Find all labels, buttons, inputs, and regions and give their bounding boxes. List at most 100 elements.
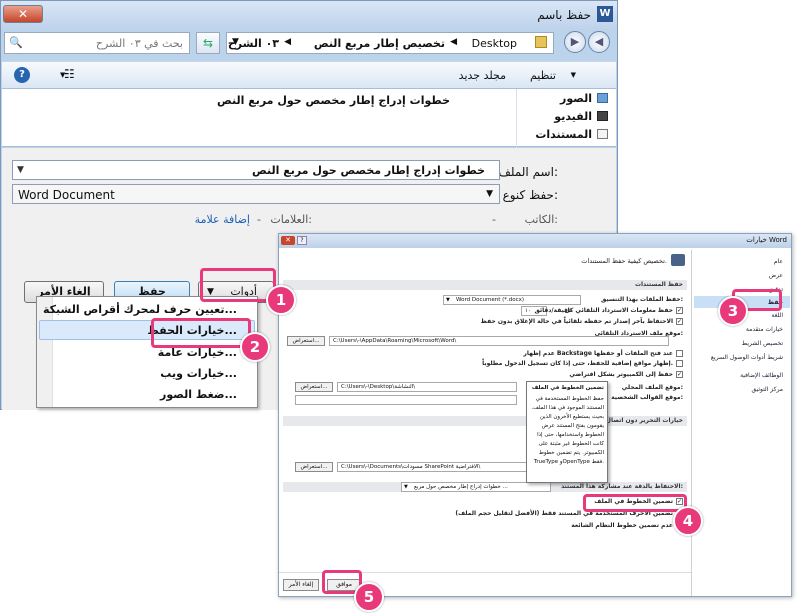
filename-label: اسم الملف: [498, 165, 558, 179]
file-item[interactable]: خطوات إدراج إطار مخصص حول مربع النص [217, 94, 450, 107]
options-close-button[interactable]: ✕ [281, 236, 295, 245]
options-cancel-button[interactable]: إلغاء الأمر [283, 579, 319, 591]
options-header: تخصيص كيفية حفظ المستندات. [581, 257, 667, 265]
tools-menu: تعيين حرف لمحرك أقراص الشبكة... خيارات ا… [36, 296, 258, 408]
browse-button[interactable]: استعراض... [287, 336, 325, 346]
save-computer-checkbox[interactable]: ✓ [676, 371, 683, 378]
nav-advanced[interactable]: خيارات متقدمة [746, 326, 783, 333]
options-title: خيارات Word [746, 236, 787, 244]
templates-label: موقع القوالب الشخصية: [611, 394, 683, 401]
browse-button[interactable]: استعراض... [295, 462, 333, 472]
back-button[interactable]: ◀ [588, 31, 610, 53]
command-bar: ? ☷ ▼ تنظيم ▼ مجلد جديد [2, 61, 616, 89]
menu-web-options[interactable]: خيارات ويب... [160, 367, 237, 380]
additional-places-checkbox[interactable] [676, 360, 683, 367]
keep-last-checkbox[interactable]: ✓ [676, 318, 683, 325]
organize-button[interactable]: تنظيم [530, 69, 556, 82]
view-dropdown-icon[interactable]: ▼ [60, 71, 65, 79]
breadcrumb-folder[interactable]: تخصيص إطار مربع النص [314, 37, 445, 50]
search-box[interactable]: 🔍 بحث في ٠٣ الشرح [4, 32, 190, 54]
nav-videos[interactable]: الفيديو [554, 110, 592, 123]
filetype-select[interactable]: ▼ Word Document [12, 184, 500, 204]
organize-dropdown-icon[interactable]: ▼ [571, 71, 576, 79]
autorecover-checkbox[interactable]: ✓ [676, 307, 683, 314]
file-pane: الصور الفيديو المستندات خطوات إدراج إطار… [2, 89, 616, 147]
options-title-bar: ✕ ? خيارات Word [279, 234, 791, 248]
nav-addins[interactable]: الوظائف الإضافية [740, 372, 783, 379]
filename-input[interactable]: ▼ خطوات إدراج إطار مخصص حول مربع النص [12, 160, 500, 180]
filename-value: خطوات إدراج إطار مخصص حول مربع النص [251, 164, 485, 177]
word-options-dialog: ✕ ? خيارات Word عام عرض تدقيق حفظ اللغة … [278, 233, 792, 597]
close-button[interactable]: ✕ [3, 5, 43, 23]
chevron-icon[interactable]: ◀ [450, 37, 457, 47]
tags-label: العلامات: [270, 213, 312, 226]
nav-customize-ribbon[interactable]: تخصيص الشريط [742, 340, 783, 347]
authors-value[interactable]: - [492, 213, 496, 226]
autorecover-label: حفظ معلومات الاسترداد التلقائي كل [564, 307, 673, 314]
new-folder-button[interactable]: مجلد جديد [459, 69, 506, 82]
nav-general[interactable]: عام [774, 258, 783, 265]
backstage-label: عدم إظهار Backstage عند فتح الملفات أو ح… [523, 350, 673, 357]
view-options-icon[interactable]: ☷ [64, 67, 75, 81]
templates-path[interactable] [295, 395, 517, 405]
address-bar[interactable]: ▼ Desktop ◀ تخصيص إطار مربع النص ◀ ٠٣ ال… [226, 32, 554, 54]
documents-icon [597, 129, 608, 139]
format-label: حفظ الملفات بهذا التنسيق: [600, 296, 683, 303]
filetype-label: حفظ كنوع: [502, 188, 558, 202]
fidelity-doc-select[interactable]: ▼ خطوات إدراج إطار مخصص حول مربع ... [401, 482, 551, 492]
tags-value: - [257, 213, 261, 226]
title-bar: ✕ حفظ باسم W [1, 1, 617, 29]
autorecover-minutes: ١٠ [525, 308, 531, 314]
add-tag-link[interactable]: إضافة علامة [195, 213, 250, 226]
local-files-label: موقع الملف المحلي: [621, 384, 683, 391]
tooltip-body: حفظ الخطوط المستخدمة في المستند الموجود … [531, 396, 604, 465]
callout-3: 3 [718, 296, 748, 326]
autorecover-path[interactable]: C:\Users\-\AppData\Roaming\Microsoft\Wor… [329, 336, 669, 346]
additional-places-label: إظهار مواقع إضافية للحفظ، حتى إذا كان تس… [482, 360, 673, 367]
pictures-icon [597, 93, 608, 103]
dropdown-icon[interactable]: ▼ [486, 189, 493, 199]
navigation-bar: 🔍 بحث في ٠٣ الشرح ⇆ ▼ Desktop ◀ تخصيص إط… [4, 31, 614, 56]
embed-fonts-tooltip: تضمين الخطوط في الملف حفظ الخطوط المستخد… [526, 381, 608, 483]
dropdown-icon[interactable]: ▼ [17, 165, 24, 175]
local-path[interactable]: C:\Users\-\Desktop\النشاشة\ [337, 382, 517, 392]
format-value: Word Document (*.docx) [456, 297, 525, 303]
videos-icon [597, 111, 608, 121]
menu-compress-pictures[interactable]: ضغط الصور... [160, 388, 237, 401]
no-common-fonts-label: عدم تضمين خطوط النظام الشائعة [571, 522, 673, 529]
dropdown-icon[interactable]: ▼ [446, 296, 450, 304]
save-disk-icon [671, 254, 685, 266]
fidelity-doc-value: خطوات إدراج إطار مخصص حول مربع ... [414, 484, 508, 490]
format-select[interactable]: ▼ Word Document (*.docx) [443, 295, 581, 305]
section-offline: خيارات التحرير دون اتصال [283, 416, 687, 426]
word-icon: W [597, 6, 613, 22]
nav-display[interactable]: عرض [769, 272, 783, 279]
section-save-documents: حفظ المستندات [283, 280, 687, 290]
callout-4: 4 [673, 506, 703, 536]
highlight-save-options [151, 318, 251, 348]
minutes-label: دقيقة/دقائق [534, 307, 571, 314]
nav-documents[interactable]: المستندات [535, 128, 592, 141]
highlight-tools [200, 268, 276, 302]
search-placeholder: بحث في ٠٣ الشرح [95, 37, 183, 50]
refresh-button[interactable]: ⇆ [196, 32, 220, 54]
section-fidelity-label: الاحتفاظ بالدقة عند مشاركة هذا المستند: [561, 483, 683, 490]
dialog-title: حفظ باسم [537, 8, 591, 22]
folder-icon [535, 36, 547, 48]
menu-map-network-drive[interactable]: تعيين حرف لمحرك أقراص الشبكة... [43, 303, 237, 316]
tooltip-title: تضمين الخطوط في الملف [531, 385, 604, 391]
authors-label: الكاتب: [524, 213, 558, 226]
chevron-icon[interactable]: ◀ [284, 37, 291, 47]
dropdown-icon[interactable]: ▼ [404, 483, 408, 491]
nav-pictures[interactable]: الصور [560, 92, 592, 105]
nav-language[interactable]: اللغة [771, 312, 783, 319]
help-icon[interactable]: ? [14, 67, 30, 83]
options-help-button[interactable]: ? [297, 236, 307, 245]
breadcrumb-desktop[interactable]: Desktop [472, 37, 517, 50]
nav-trust-center[interactable]: مركز التوثيق [752, 386, 784, 393]
nav-quick-access[interactable]: شريط أدوات الوصول السريع [711, 354, 783, 361]
forward-button[interactable]: ▶ [564, 31, 586, 53]
breadcrumb-current[interactable]: ٠٣ الشرح [228, 37, 279, 50]
browse-button[interactable]: استعراض... [295, 382, 333, 392]
backstage-checkbox[interactable] [676, 350, 683, 357]
